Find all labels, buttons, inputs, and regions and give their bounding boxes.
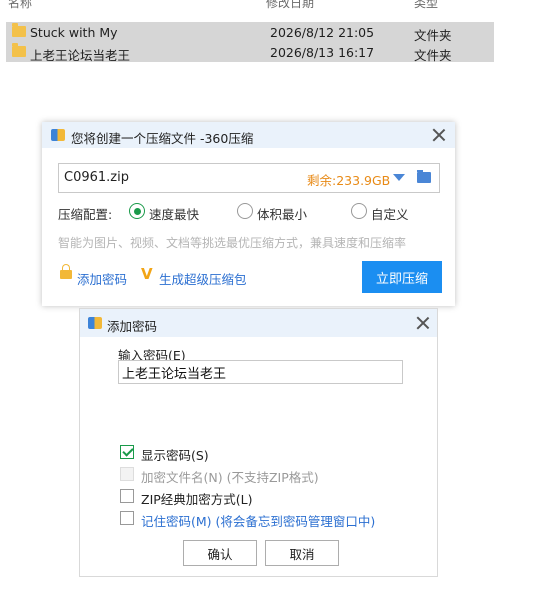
zip-classic-encryption-checkbox[interactable] (120, 489, 134, 503)
browse-folder-icon[interactable] (417, 170, 431, 183)
show-password-checkbox[interactable] (120, 445, 134, 459)
chevron-down-icon[interactable] (393, 174, 405, 181)
archive-app-icon (88, 317, 102, 329)
dialog-title: 您将创建一个压缩文件 -360压缩 (71, 131, 254, 146)
archive-path-field[interactable]: C0961.zip 剩余:233.9GB (58, 163, 440, 193)
compress-config-label: 压缩配置: (58, 207, 113, 222)
dialog-titlebar[interactable]: 您将创建一个压缩文件 -360压缩 (42, 122, 455, 148)
column-type-header[interactable]: 类型 (414, 0, 438, 11)
close-icon[interactable] (431, 127, 447, 143)
dialog-titlebar[interactable]: 添加密码 (80, 309, 437, 337)
super-pack-link[interactable]: 生成超级压缩包 (159, 269, 247, 288)
folder-icon (12, 23, 26, 37)
folder-icon (12, 43, 26, 57)
cancel-button[interactable]: 取消 (265, 540, 339, 566)
free-space-label: 剩余:233.9GB (307, 173, 391, 188)
column-modified-header[interactable]: 修改日期 (266, 0, 314, 11)
confirm-button[interactable]: 确认 (183, 540, 257, 566)
compress-dialog: 您将创建一个压缩文件 -360压缩 C0961.zip 剩余:233.9GB 压… (42, 122, 455, 306)
file-row[interactable]: 上老王论坛当老王 2026/8/13 16:17 文件夹 (6, 42, 494, 63)
add-password-link[interactable]: 添加密码 (77, 269, 127, 288)
archive-filename[interactable]: C0961.zip (64, 170, 129, 185)
radio-fastest[interactable] (129, 203, 145, 219)
show-password-label[interactable]: 显示密码(S) (141, 445, 209, 464)
column-name-header[interactable]: 名称 (8, 0, 32, 11)
add-password-dialog: 添加密码 输入密码(E) 显示密码(S) 加密文件名(N) (不支持ZIP格式)… (79, 308, 438, 577)
radio-smallest[interactable] (237, 203, 253, 219)
archive-app-icon (51, 129, 65, 141)
radio-custom-label[interactable]: 自定义 (371, 204, 409, 223)
file-date: 2026/8/12 21:05 (270, 25, 375, 40)
file-type: 文件夹 (414, 48, 452, 63)
compress-now-button[interactable]: 立即压缩 (362, 261, 442, 293)
close-icon[interactable] (415, 315, 431, 331)
file-date: 2026/8/13 16:17 (270, 45, 375, 60)
file-row[interactable]: Stuck with My 2026/8/12 21:05 文件夹 (6, 22, 494, 43)
file-name: Stuck with My (30, 25, 118, 40)
remember-password-label[interactable]: 记住密码(M) (将会备忘到密码管理窗口中) (141, 511, 375, 530)
remember-password-checkbox[interactable] (120, 511, 134, 525)
lock-icon[interactable] (60, 264, 72, 279)
encrypt-filenames-checkbox[interactable] (120, 467, 134, 481)
encrypt-filenames-label: 加密文件名(N) (不支持ZIP格式) (141, 470, 319, 485)
radio-fastest-label[interactable]: 速度最快 (149, 204, 199, 223)
radio-smallest-label[interactable]: 体积最小 (257, 204, 307, 223)
compress-hint-text: 智能为图片、视频、文档等挑选最优压缩方式，兼具速度和压缩率 (58, 236, 407, 250)
column-header-row: 名称 修改日期 类型 (0, 0, 546, 11)
vip-v-icon[interactable]: V (141, 265, 153, 283)
password-input[interactable] (118, 360, 403, 384)
file-name: 上老王论坛当老王 (30, 48, 131, 63)
dialog-title: 添加密码 (107, 319, 158, 334)
zip-classic-encryption-label[interactable]: ZIP经典加密方式(L) (141, 489, 253, 508)
radio-custom[interactable] (351, 203, 367, 219)
